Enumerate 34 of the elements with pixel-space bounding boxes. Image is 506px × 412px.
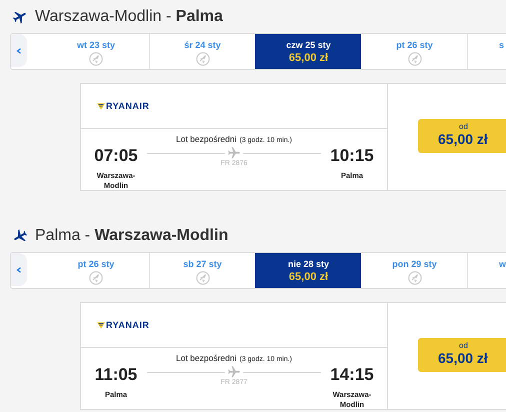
airplane-icon [12,9,28,25]
airline-logo: RYANAIR [97,101,150,112]
chevron-left-icon [16,48,22,54]
airplane-icon [227,365,241,380]
flight-type: Lot bezpośredni [176,353,236,364]
no-flight-icon [196,52,210,66]
date-tab[interactable]: pon 29 sty [361,253,467,288]
arrival-time: 14:15 [330,365,374,386]
chevron-left-icon [16,266,22,272]
route-title: Palma - Warszawa-Modlin [35,227,228,245]
date-tab[interactable]: czw 25 sty 65,00 zł [255,34,361,69]
flight-type: Lot bezpośredni [176,134,236,144]
previous-button[interactable] [11,253,27,286]
date-tab[interactable]: wt 23 sty [43,34,149,69]
no-flight-icon [196,271,210,285]
airline-logo: RYANAIR [97,320,150,330]
airplane-icon [12,228,28,244]
previous-button[interactable] [11,34,27,67]
date-tab[interactable]: s [467,34,506,69]
date-tab[interactable]: w [467,253,506,288]
airplane-icon [227,146,241,160]
price-button[interactable]: od 65,00 zł [418,338,506,372]
route-title: Warszawa-Modlin - Palma [35,8,223,26]
arrival-time: 10:15 [330,146,374,166]
price-button[interactable]: od 65,00 zł [418,119,506,153]
date-tab[interactable]: pt 26 sty [43,253,149,288]
no-flight-icon [89,52,103,66]
date-tab[interactable]: nie 28 sty 65,00 zł [255,253,361,288]
departure-time: 07:05 [94,146,138,166]
date-tab[interactable]: pt 26 sty [361,34,467,69]
no-flight-icon [408,52,422,66]
no-flight-icon [89,271,103,285]
no-flight-icon [408,271,422,285]
departure-time: 11:05 [94,365,138,386]
